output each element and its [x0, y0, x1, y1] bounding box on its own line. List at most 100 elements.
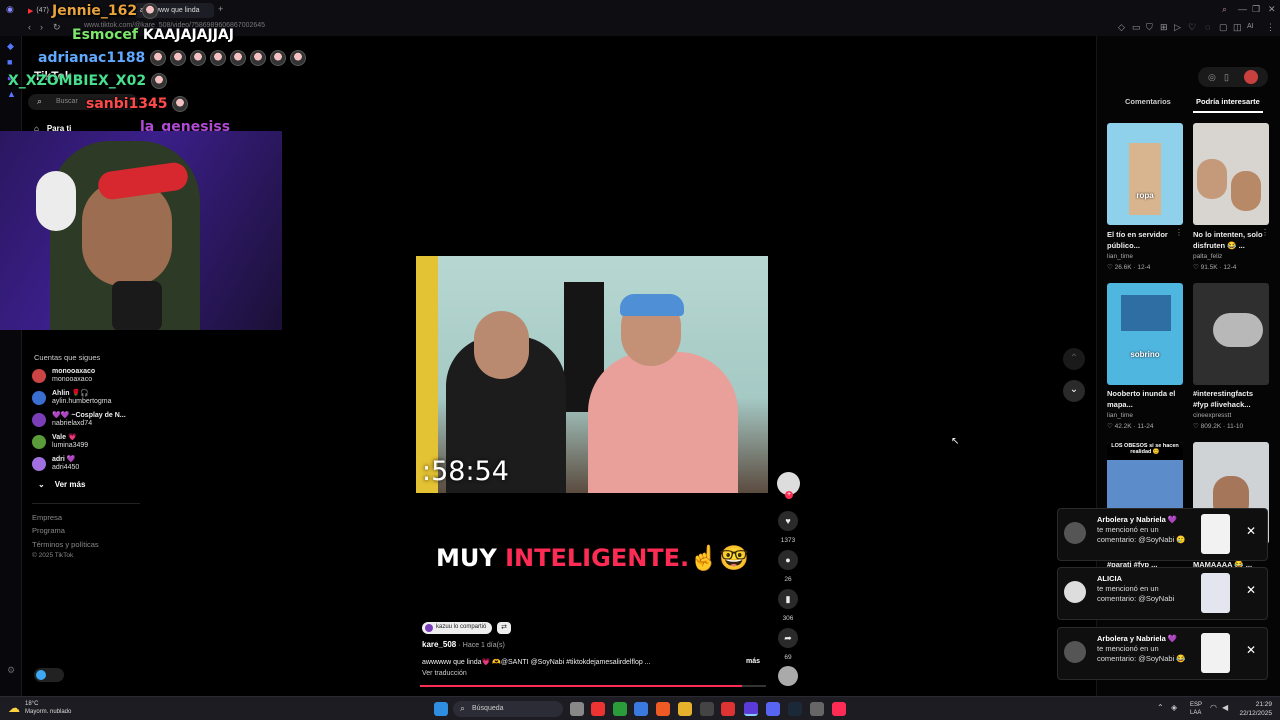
weather-widget[interactable]: 18°C Mayorm. nublado — [25, 700, 71, 716]
bookmark-button[interactable]: ▮ — [778, 589, 798, 609]
related-video-title[interactable]: No lo intenten, solo disfruten 😂 ... — [1193, 229, 1267, 251]
language-indicator[interactable]: ESP LAA — [1190, 701, 1202, 717]
account-item[interactable]: 💜💜 ~Cosplay de N... nabrielaxd74 — [32, 409, 126, 431]
toggle-switch[interactable] — [34, 668, 64, 682]
rail-app-icon-4[interactable]: ▲ — [7, 90, 16, 99]
shared-by-chip[interactable]: kazuu lo compartió — [422, 622, 493, 634]
messenger-icon[interactable]: ◌ — [1205, 23, 1210, 32]
follow-plus-icon[interactable]: + — [785, 491, 793, 499]
chevron-up-icon[interactable]: ⌃ — [1157, 703, 1164, 712]
mention-notification[interactable]: Arbolera y Nabriela 💜 te mencionó en un c… — [1057, 508, 1268, 561]
related-video-thumb[interactable] — [1193, 123, 1269, 225]
new-tab-icon[interactable]: + — [218, 5, 223, 14]
rail-app-icon-2[interactable]: ■ — [7, 58, 12, 67]
related-video-title[interactable]: #interestingfacts #fyp #livehack... — [1193, 388, 1267, 410]
tab-related[interactable]: Podría interesarte — [1196, 97, 1260, 106]
terminal-icon[interactable] — [700, 702, 714, 716]
chevron-up-icon[interactable]: ⌃ — [1063, 348, 1085, 370]
translate-link[interactable]: Ver traducción — [422, 670, 467, 677]
video-player[interactable]: :58:54 — [416, 256, 768, 493]
related-video-thumb[interactable]: ropa — [1107, 123, 1183, 225]
maximize-icon[interactable]: ❐ — [1252, 5, 1260, 14]
footer-link[interactable]: Empresa — [32, 513, 62, 522]
footer-link[interactable]: Programa — [32, 526, 65, 535]
see-more-button[interactable]: ⌄ Ver más — [38, 480, 85, 489]
phone-icon[interactable]: ▯ — [1224, 73, 1229, 82]
account-item[interactable]: Vale 💗 lumina3499 — [32, 431, 88, 453]
clock[interactable]: 21:29 22/12/2025 — [1236, 700, 1272, 718]
like-button[interactable]: ♥ — [778, 511, 798, 531]
opera-icon[interactable] — [744, 702, 758, 716]
discord-icon[interactable] — [766, 702, 780, 716]
mention-notification[interactable]: Arbolera y Nabriela 💜 te mencionó en un c… — [1057, 627, 1268, 680]
screenshot-icon[interactable]: ⊞ — [1160, 23, 1168, 32]
app-icon[interactable] — [721, 702, 735, 716]
related-video-author[interactable]: cineexpresstt — [1193, 412, 1231, 419]
related-video-author[interactable]: lian_time — [1107, 412, 1133, 419]
close-icon[interactable]: ✕ — [1246, 583, 1256, 597]
related-video-author[interactable]: lian_time — [1107, 253, 1133, 260]
close-icon[interactable]: ✕ — [1246, 643, 1256, 657]
video-author[interactable]: kare_508 · Hace 1 día(s) — [422, 640, 505, 649]
comment-button[interactable]: ● — [778, 550, 798, 570]
tab-youtube[interactable]: ▶ (47) — [22, 3, 55, 18]
bookmark-page-icon[interactable]: ◇ — [1118, 23, 1125, 32]
volume-icon[interactable]: ◀ — [1222, 703, 1228, 712]
app-icon[interactable] — [810, 702, 824, 716]
related-video-author[interactable]: palta_feliz — [1193, 253, 1222, 260]
chevron-down-icon[interactable]: ⌄ — [1063, 380, 1085, 402]
more-options-icon[interactable]: ⋮ — [1261, 229, 1269, 237]
more-button[interactable]: más — [746, 658, 760, 665]
minimize-icon[interactable]: — — [1238, 5, 1247, 14]
wifi-icon[interactable]: ◠ — [1210, 703, 1217, 712]
rail-app-icon-1[interactable]: ◆ — [7, 42, 14, 51]
related-video-thumb[interactable]: sobrino — [1107, 283, 1183, 385]
repost-icon[interactable]: ⇄ — [497, 622, 511, 634]
brave-icon[interactable] — [656, 702, 670, 716]
account-item[interactable]: adri 💜 adri4450 — [32, 453, 79, 475]
more-options-icon[interactable]: ⋮ — [1175, 229, 1183, 237]
music-disc-icon[interactable] — [778, 666, 798, 686]
tray-icon[interactable]: ◈ — [1171, 703, 1177, 712]
xbox-icon[interactable] — [613, 702, 627, 716]
compass-icon[interactable]: ◎ — [1208, 73, 1216, 82]
back-icon[interactable]: ‹ — [28, 23, 31, 32]
avatar — [1064, 581, 1086, 603]
account-item[interactable]: Ahlin 🌹🎧 aylin.humbertogma — [32, 387, 112, 409]
footer-link[interactable]: Términos y políticas — [32, 540, 99, 549]
taskbar-search[interactable]: ⌕ Búsqueda — [453, 701, 563, 717]
account-item[interactable]: monooaxaco monooaxaco — [32, 365, 95, 387]
ai-button[interactable]: AI — [1247, 23, 1254, 30]
chat-emote-icon — [150, 50, 167, 66]
start-icon[interactable] — [434, 702, 448, 716]
reload-icon[interactable]: ↻ — [53, 23, 61, 32]
comment-icon: ● — [785, 555, 791, 565]
box-icon[interactable]: ◫ — [1233, 23, 1242, 32]
steam-icon[interactable] — [788, 702, 802, 716]
shield-icon[interactable]: ⛉ — [1146, 23, 1153, 32]
rail-settings-icon[interactable]: ⚙ — [7, 666, 15, 675]
mention-notification[interactable]: ALICIA te mencionó en un comentario: @Soy… — [1057, 567, 1268, 620]
video-progress-track[interactable] — [420, 685, 766, 687]
play-icon[interactable]: ▷ — [1174, 23, 1181, 32]
forward-icon[interactable]: › — [40, 23, 43, 32]
task-view-icon[interactable] — [570, 702, 584, 716]
profile-avatar[interactable] — [1244, 70, 1258, 84]
close-window-icon[interactable]: ✕ — [1268, 5, 1276, 14]
related-video-title[interactable]: Nooberto inunda el mapa... — [1107, 388, 1181, 410]
browser-menu-dots-icon[interactable]: ⋮ — [1266, 23, 1275, 32]
tab-comments[interactable]: Comentarios — [1125, 97, 1171, 106]
reader-icon[interactable]: ▭ — [1132, 23, 1141, 32]
related-video-thumb[interactable] — [1193, 283, 1269, 385]
share-button[interactable]: ➦ — [778, 628, 798, 648]
close-icon[interactable]: ✕ — [1246, 524, 1256, 538]
wallet-icon[interactable]: ▢ — [1219, 23, 1228, 32]
folder-icon[interactable] — [678, 702, 692, 716]
app-icon[interactable] — [591, 702, 605, 716]
vscode-icon[interactable] — [634, 702, 648, 716]
search-icon[interactable]: ⌕ — [1222, 5, 1227, 14]
related-video-title[interactable]: El tío en servidor público... — [1107, 229, 1181, 251]
browser-menu-icon[interactable]: ◉ — [6, 5, 14, 14]
heart-outline-icon[interactable]: ♡ — [1188, 23, 1196, 32]
tiktok-icon[interactable] — [832, 702, 846, 716]
